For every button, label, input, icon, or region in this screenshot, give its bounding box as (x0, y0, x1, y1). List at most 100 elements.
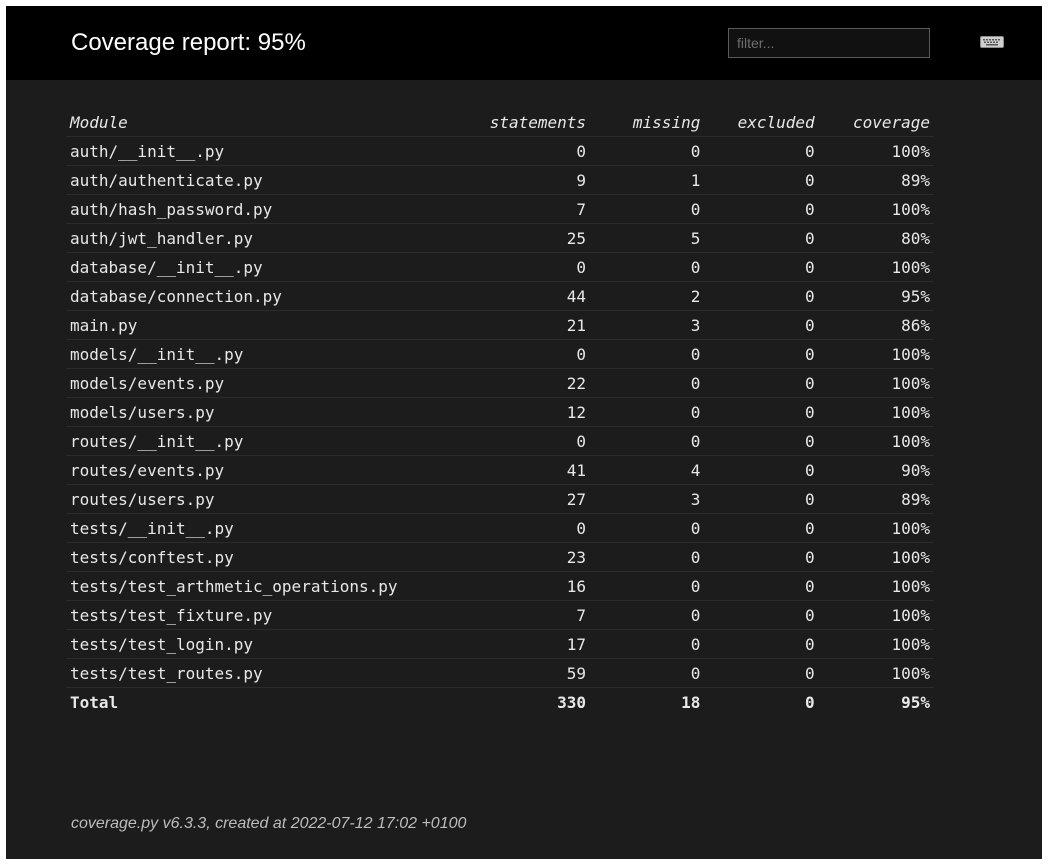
coverage-cell: 80% (818, 223, 934, 253)
table-row: tests/__init__.py 0 0 0 100% (66, 513, 934, 543)
module-link[interactable]: main.py (70, 316, 137, 335)
statements-cell: 9 (470, 165, 591, 195)
module-link[interactable]: tests/test_login.py (70, 635, 253, 654)
excluded-cell: 0 (704, 368, 819, 398)
statements-cell: 12 (470, 397, 591, 427)
table-row: routes/events.py 41 4 0 90% (66, 455, 934, 485)
total-row: Total 330 18 0 95% (66, 688, 934, 717)
module-cell: database/connection.py (66, 281, 471, 311)
table-row: tests/test_routes.py 59 0 0 100% (66, 658, 934, 688)
coverage-cell: 90% (818, 455, 934, 485)
module-cell: models/users.py (66, 397, 471, 427)
missing-cell: 4 (590, 455, 705, 485)
module-cell: models/events.py (66, 368, 471, 398)
excluded-cell: 0 (704, 513, 819, 543)
module-cell: auth/jwt_handler.py (66, 223, 471, 253)
module-cell: main.py (66, 310, 471, 340)
statements-cell: 59 (470, 658, 591, 688)
statements-cell: 0 (470, 513, 591, 543)
table-row: tests/test_fixture.py 7 0 0 100% (66, 600, 934, 630)
coverage-cell: 100% (818, 368, 934, 398)
missing-cell: 0 (590, 513, 705, 543)
coverage-cell: 100% (818, 194, 934, 224)
header-bar: Coverage report: 95% (6, 6, 1042, 80)
excluded-cell: 0 (704, 455, 819, 485)
excluded-cell: 0 (704, 165, 819, 195)
excluded-cell: 0 (704, 426, 819, 456)
module-link[interactable]: auth/hash_password.py (70, 200, 272, 219)
table-row: auth/__init__.py 0 0 0 100% (66, 136, 934, 166)
excluded-cell: 0 (704, 339, 819, 369)
column-header-statements[interactable]: statements (470, 108, 591, 137)
excluded-cell: 0 (704, 629, 819, 659)
table-row: auth/authenticate.py 9 1 0 89% (66, 165, 934, 195)
missing-cell: 0 (590, 136, 705, 166)
total-missing: 18 (681, 692, 701, 712)
page-title: Coverage report: 95% (71, 29, 306, 56)
module-link[interactable]: auth/jwt_handler.py (70, 229, 253, 248)
module-cell: database/__init__.py (66, 252, 471, 282)
module-link[interactable]: auth/__init__.py (70, 142, 224, 161)
module-link[interactable]: tests/test_routes.py (70, 664, 263, 683)
coverage-cell: 89% (818, 484, 934, 514)
coverage-cell: 100% (818, 397, 934, 427)
statements-cell: 44 (470, 281, 591, 311)
excluded-cell: 0 (704, 310, 819, 340)
module-link[interactable]: routes/users.py (70, 490, 215, 509)
coverage-cell: 89% (818, 165, 934, 195)
excluded-cell: 0 (704, 281, 819, 311)
module-cell: tests/test_fixture.py (66, 600, 471, 630)
missing-cell: 0 (590, 368, 705, 398)
table-row: auth/jwt_handler.py 25 5 0 80% (66, 223, 934, 253)
missing-cell: 0 (590, 194, 705, 224)
module-cell: tests/test_login.py (66, 629, 471, 659)
coverage-cell: 95% (818, 281, 934, 311)
keyboard-icon[interactable] (980, 36, 1004, 48)
table-row: models/__init__.py 0 0 0 100% (66, 339, 934, 369)
module-link[interactable]: tests/conftest.py (70, 548, 234, 567)
column-header-excluded[interactable]: excluded (704, 108, 819, 137)
column-header-coverage[interactable]: coverage (818, 108, 934, 137)
excluded-cell: 0 (704, 194, 819, 224)
coverage-cell: 100% (818, 658, 934, 688)
module-link[interactable]: tests/__init__.py (70, 519, 234, 538)
module-cell: auth/hash_password.py (66, 194, 471, 224)
module-cell: routes/users.py (66, 484, 471, 514)
missing-cell: 0 (590, 571, 705, 601)
module-link[interactable]: models/users.py (70, 403, 215, 422)
module-link[interactable]: tests/test_arthmetic_operations.py (70, 577, 398, 596)
coverage-cell: 100% (818, 571, 934, 601)
module-link[interactable]: database/__init__.py (70, 258, 263, 277)
column-header-missing[interactable]: missing (590, 108, 705, 137)
module-link[interactable]: routes/__init__.py (70, 432, 243, 451)
statements-cell: 0 (470, 136, 591, 166)
coverage-cell: 100% (818, 426, 934, 456)
module-link[interactable]: auth/authenticate.py (70, 171, 263, 190)
coverage-cell: 100% (818, 513, 934, 543)
module-cell: models/__init__.py (66, 339, 471, 369)
module-link[interactable]: models/__init__.py (70, 345, 243, 364)
statements-cell: 21 (470, 310, 591, 340)
module-cell: routes/events.py (66, 455, 471, 485)
table-row: models/events.py 22 0 0 100% (66, 368, 934, 398)
total-label: Total (70, 692, 119, 712)
module-link[interactable]: tests/test_fixture.py (70, 606, 272, 625)
coverage-cell: 100% (818, 542, 934, 572)
module-link[interactable]: models/events.py (70, 374, 224, 393)
total-excluded: 0 (805, 692, 815, 712)
missing-cell: 0 (590, 600, 705, 630)
module-link[interactable]: routes/events.py (70, 461, 224, 480)
filter-input[interactable] (728, 28, 930, 58)
statements-cell: 22 (470, 368, 591, 398)
statements-cell: 0 (470, 426, 591, 456)
coverage-cell: 100% (818, 339, 934, 369)
statements-cell: 7 (470, 600, 591, 630)
module-link[interactable]: database/connection.py (70, 287, 282, 306)
excluded-cell: 0 (704, 223, 819, 253)
missing-cell: 2 (590, 281, 705, 311)
column-header-module[interactable]: Module (66, 108, 471, 137)
statements-cell: 41 (470, 455, 591, 485)
coverage-cell: 100% (818, 629, 934, 659)
module-cell: tests/conftest.py (66, 542, 471, 572)
module-cell: routes/__init__.py (66, 426, 471, 456)
